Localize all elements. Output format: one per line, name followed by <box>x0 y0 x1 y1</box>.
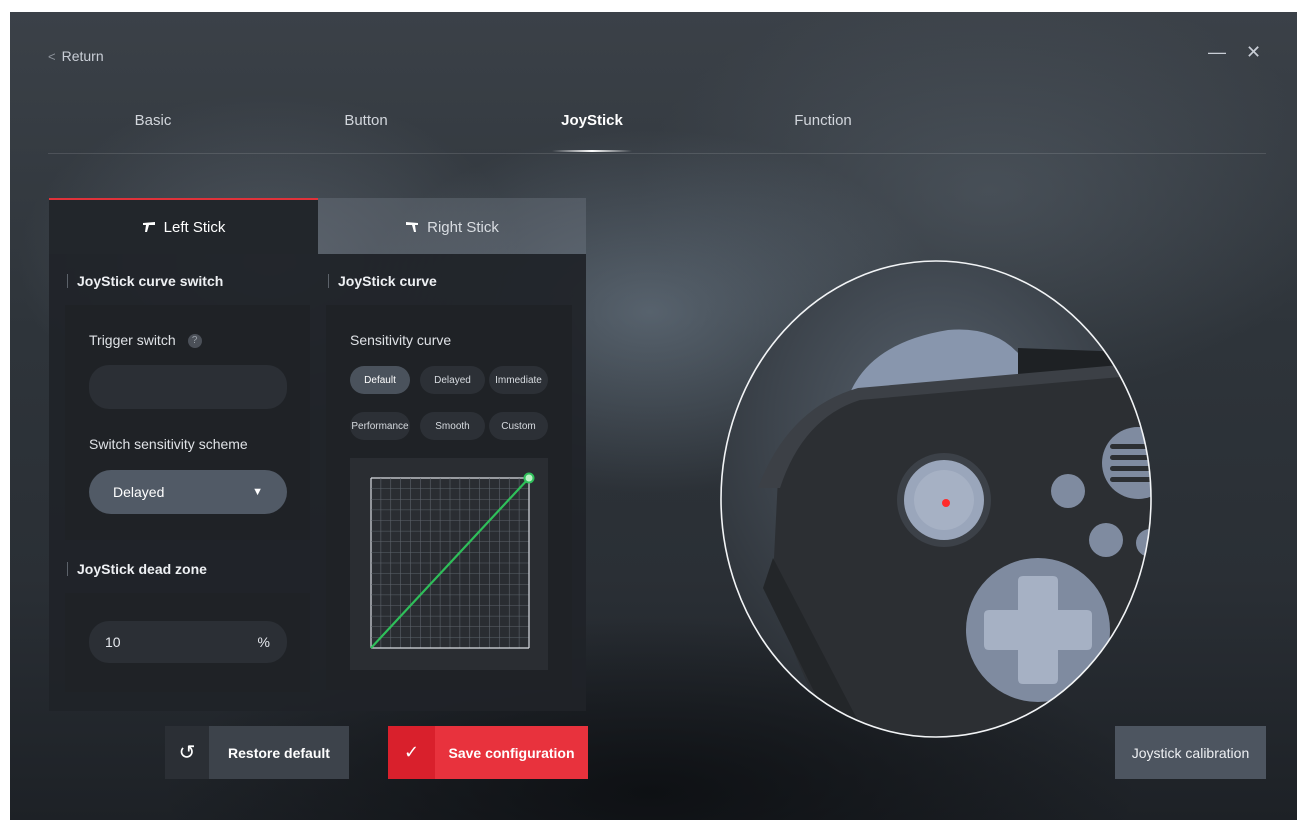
curve-graph-panel <box>350 458 548 670</box>
right-stick-label: Right Stick <box>427 218 499 236</box>
curve-option-immediate[interactable]: Immediate <box>489 366 548 394</box>
return-label: Return <box>61 48 104 64</box>
curve-option-custom[interactable]: Custom <box>489 412 548 440</box>
scheme-label: Switch sensitivity scheme <box>89 436 248 452</box>
curve-option-smooth[interactable]: Smooth <box>420 412 485 440</box>
chevron-left-icon: < <box>48 48 56 64</box>
active-tab-indicator <box>552 150 632 152</box>
joystick-icon <box>406 222 419 232</box>
left-stick-label: Left Stick <box>163 218 226 236</box>
save-configuration-button[interactable]: ✓ Save configuration <box>388 726 588 779</box>
check-icon: ✓ <box>388 726 435 779</box>
view-button <box>1051 474 1085 508</box>
joystick-icon <box>142 222 155 232</box>
tab-right-stick[interactable]: Right Stick <box>318 198 586 254</box>
share-button <box>1089 523 1123 557</box>
stick-position-dot <box>942 499 950 507</box>
undo-icon: ↺ <box>165 726 209 779</box>
help-icon[interactable]: ? <box>187 334 202 349</box>
curve-option-performance[interactable]: Performance <box>350 412 410 440</box>
restore-default-button[interactable]: ↺ Restore default <box>165 726 349 779</box>
curve-endpoint-handle[interactable] <box>523 472 535 484</box>
minimize-button[interactable]: — <box>1208 42 1226 63</box>
controller-illustration <box>720 260 1152 738</box>
sensitivity-curve-label: Sensitivity curve <box>350 332 452 348</box>
curve-switch-title: JoyStick curve switch <box>67 274 223 288</box>
dead-zone-input[interactable]: 10 % <box>89 621 287 663</box>
curve-option-delayed[interactable]: Delayed <box>420 366 485 394</box>
tab-basic[interactable]: Basic <box>135 112 172 129</box>
app-window: < Return — ✕ Basic Button JoyStick Funct… <box>10 12 1297 820</box>
tab-left-stick[interactable]: Left Stick <box>49 198 318 254</box>
trigger-switch-input[interactable] <box>89 365 287 409</box>
restore-default-label: Restore default <box>228 744 330 761</box>
curve-option-default[interactable]: Default <box>350 366 410 394</box>
tab-function[interactable]: Function <box>794 112 852 129</box>
dead-zone-value: 10 <box>105 634 121 650</box>
trigger-switch-label: Trigger switch? <box>89 332 202 349</box>
caret-down-icon: ▼ <box>252 486 263 498</box>
joystick-curve-title: JoyStick curve <box>328 274 437 288</box>
close-button[interactable]: ✕ <box>1246 42 1261 63</box>
main-tabs: Basic Button JoyStick Function <box>48 104 1266 154</box>
dead-zone-unit: % <box>257 634 270 650</box>
return-button[interactable]: < Return <box>48 48 104 64</box>
scheme-value: Delayed <box>113 484 165 500</box>
tab-button[interactable]: Button <box>344 112 387 129</box>
sensitivity-curve-graph[interactable] <box>350 458 548 670</box>
sensitivity-scheme-select[interactable]: Delayed ▼ <box>89 470 287 514</box>
dead-zone-title: JoyStick dead zone <box>67 562 207 576</box>
save-configuration-label: Save configuration <box>448 744 575 761</box>
tab-joystick[interactable]: JoyStick <box>561 112 623 129</box>
